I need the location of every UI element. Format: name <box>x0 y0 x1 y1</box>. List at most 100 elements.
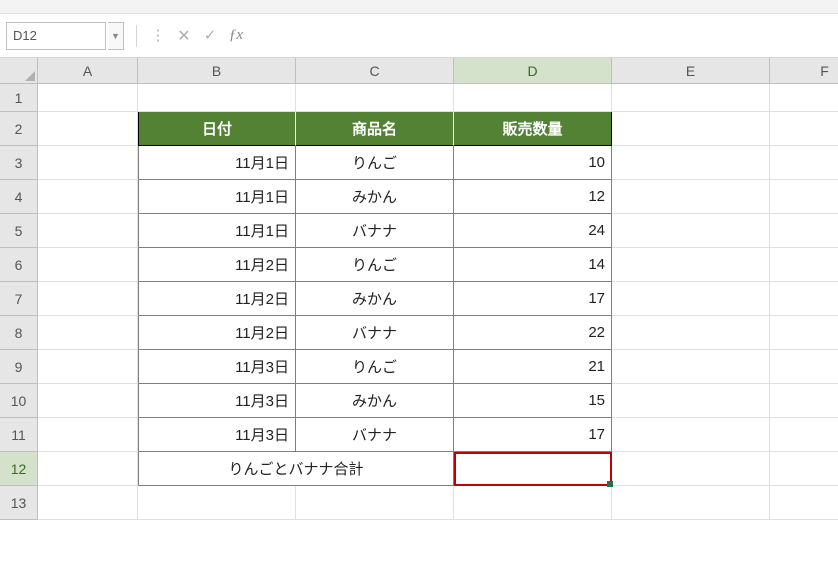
row-header-6[interactable]: 6 <box>0 248 38 282</box>
cell-C3[interactable]: りんご <box>296 146 454 180</box>
cell-D2[interactable]: 販売数量 <box>454 112 612 146</box>
col-header-F[interactable]: F <box>770 58 838 84</box>
row-6[interactable]: 11月2日 りんご 14 <box>38 248 838 282</box>
col-header-E[interactable]: E <box>612 58 770 84</box>
cell-A3[interactable] <box>38 146 138 180</box>
cell-C4[interactable]: みかん <box>296 180 454 214</box>
cell-F7[interactable] <box>770 282 838 316</box>
cell-B9[interactable]: 11月3日 <box>138 350 296 384</box>
cell-E5[interactable] <box>612 214 770 248</box>
cell-E6[interactable] <box>612 248 770 282</box>
cell-E8[interactable] <box>612 316 770 350</box>
row-header-12[interactable]: 12 <box>0 452 38 486</box>
cell-D12[interactable] <box>454 452 612 486</box>
cell-F10[interactable] <box>770 384 838 418</box>
row-11[interactable]: 11月3日 バナナ 17 <box>38 418 838 452</box>
col-header-B[interactable]: B <box>138 58 296 84</box>
cell-C1[interactable] <box>296 84 454 112</box>
cell-E9[interactable] <box>612 350 770 384</box>
cell-C9[interactable]: りんご <box>296 350 454 384</box>
cell-D5[interactable]: 24 <box>454 214 612 248</box>
cell-C7[interactable]: みかん <box>296 282 454 316</box>
cell-B1[interactable] <box>138 84 296 112</box>
cell-A11[interactable] <box>38 418 138 452</box>
row-header-9[interactable]: 9 <box>0 350 38 384</box>
cell-B4[interactable]: 11月1日 <box>138 180 296 214</box>
cell-A1[interactable] <box>38 84 138 112</box>
row-header-7[interactable]: 7 <box>0 282 38 316</box>
name-box-dropdown[interactable]: ▼ <box>108 22 124 50</box>
cell-E3[interactable] <box>612 146 770 180</box>
fx-icon[interactable]: ƒx <box>223 23 249 49</box>
cell-C10[interactable]: みかん <box>296 384 454 418</box>
row-9[interactable]: 11月3日 りんご 21 <box>38 350 838 384</box>
cell-F5[interactable] <box>770 214 838 248</box>
cell-C13[interactable] <box>296 486 454 520</box>
col-header-A[interactable]: A <box>38 58 138 84</box>
row-header-1[interactable]: 1 <box>0 84 38 112</box>
cell-E13[interactable] <box>612 486 770 520</box>
cell-F12[interactable] <box>770 452 838 486</box>
cell-D4[interactable]: 12 <box>454 180 612 214</box>
cell-F3[interactable] <box>770 146 838 180</box>
row-5[interactable]: 11月1日 バナナ 24 <box>38 214 838 248</box>
row-header-3[interactable]: 3 <box>0 146 38 180</box>
cell-F2[interactable] <box>770 112 838 146</box>
row-header-11[interactable]: 11 <box>0 418 38 452</box>
cell-F1[interactable] <box>770 84 838 112</box>
cell-F13[interactable] <box>770 486 838 520</box>
cell-D9[interactable]: 21 <box>454 350 612 384</box>
cell-B11[interactable]: 11月3日 <box>138 418 296 452</box>
name-box[interactable]: D12 <box>6 22 106 50</box>
row-10[interactable]: 11月3日 みかん 15 <box>38 384 838 418</box>
cell-B12-C12-merged[interactable]: りんごとバナナ合計 <box>138 452 454 486</box>
row-1[interactable] <box>38 84 838 112</box>
cell-B10[interactable]: 11月3日 <box>138 384 296 418</box>
cell-D1[interactable] <box>454 84 612 112</box>
cell-C11[interactable]: バナナ <box>296 418 454 452</box>
cell-B8[interactable]: 11月2日 <box>138 316 296 350</box>
cell-C8[interactable]: バナナ <box>296 316 454 350</box>
cell-B5[interactable]: 11月1日 <box>138 214 296 248</box>
row-2[interactable]: 日付 商品名 販売数量 <box>38 112 838 146</box>
cell-A12[interactable] <box>38 452 138 486</box>
cell-D6[interactable]: 14 <box>454 248 612 282</box>
cell-D11[interactable]: 17 <box>454 418 612 452</box>
cell-A5[interactable] <box>38 214 138 248</box>
cell-D3[interactable]: 10 <box>454 146 612 180</box>
cell-E4[interactable] <box>612 180 770 214</box>
col-header-D[interactable]: D <box>454 58 612 84</box>
row-header-4[interactable]: 4 <box>0 180 38 214</box>
cell-D8[interactable]: 22 <box>454 316 612 350</box>
cell-E11[interactable] <box>612 418 770 452</box>
cell-B6[interactable]: 11月2日 <box>138 248 296 282</box>
cell-F4[interactable] <box>770 180 838 214</box>
cell-E2[interactable] <box>612 112 770 146</box>
cell-B2[interactable]: 日付 <box>138 112 296 146</box>
row-12[interactable]: りんごとバナナ合計 <box>38 452 838 486</box>
row-header-8[interactable]: 8 <box>0 316 38 350</box>
cell-D13[interactable] <box>454 486 612 520</box>
cell-C2[interactable]: 商品名 <box>296 112 454 146</box>
cell-C5[interactable]: バナナ <box>296 214 454 248</box>
row-header-13[interactable]: 13 <box>0 486 38 520</box>
cell-F9[interactable] <box>770 350 838 384</box>
row-7[interactable]: 11月2日 みかん 17 <box>38 282 838 316</box>
row-header-10[interactable]: 10 <box>0 384 38 418</box>
cell-A4[interactable] <box>38 180 138 214</box>
cell-E12[interactable] <box>612 452 770 486</box>
row-header-2[interactable]: 2 <box>0 112 38 146</box>
cell-A7[interactable] <box>38 282 138 316</box>
cell-B3[interactable]: 11月1日 <box>138 146 296 180</box>
col-header-C[interactable]: C <box>296 58 454 84</box>
row-8[interactable]: 11月2日 バナナ 22 <box>38 316 838 350</box>
cell-E10[interactable] <box>612 384 770 418</box>
row-13[interactable] <box>38 486 838 520</box>
cell-F11[interactable] <box>770 418 838 452</box>
select-all-corner[interactable] <box>0 58 38 84</box>
row-header-5[interactable]: 5 <box>0 214 38 248</box>
cell-D10[interactable]: 15 <box>454 384 612 418</box>
cell-A10[interactable] <box>38 384 138 418</box>
cell-B7[interactable]: 11月2日 <box>138 282 296 316</box>
cell-C6[interactable]: りんご <box>296 248 454 282</box>
